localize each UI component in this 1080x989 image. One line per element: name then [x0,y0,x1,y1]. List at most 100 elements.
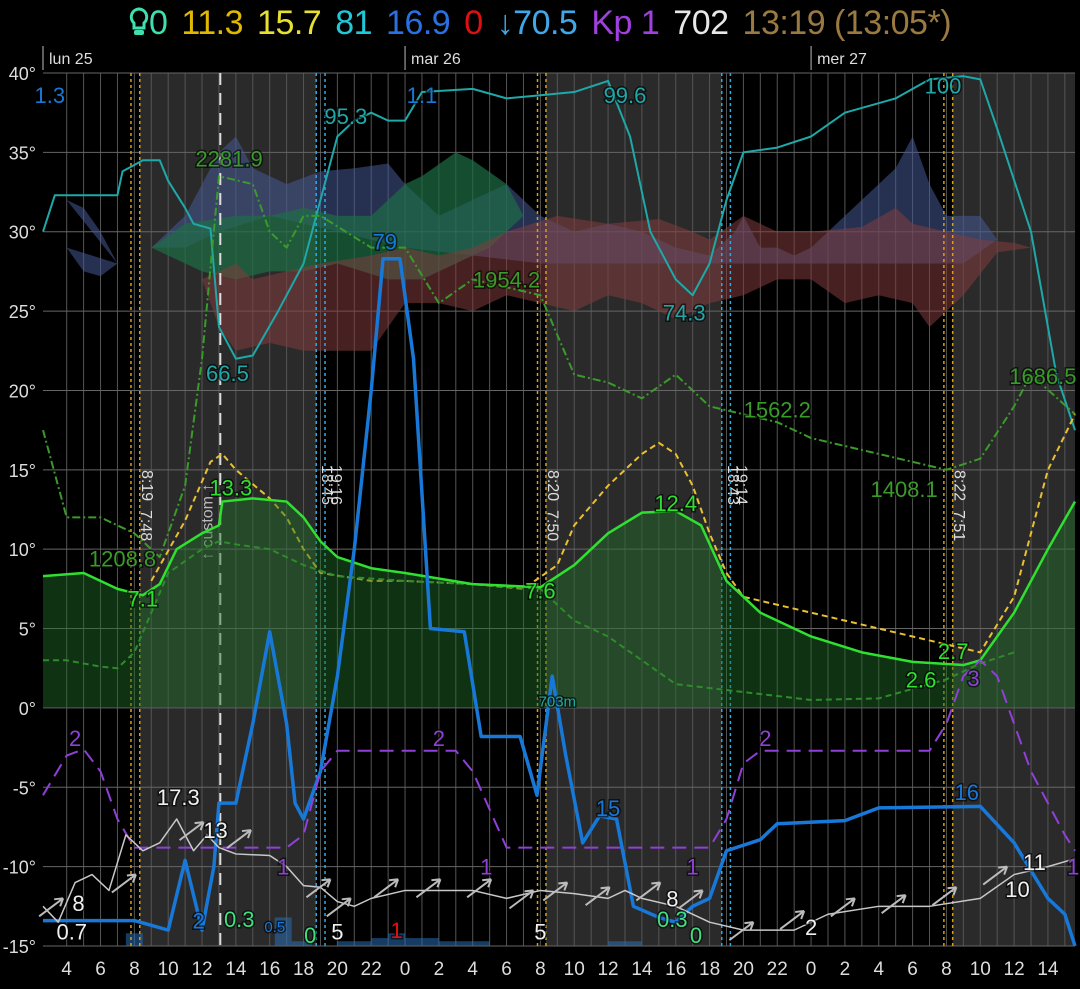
sun-time-label: 8:22 [951,470,968,501]
data-label: 79 [373,229,397,254]
x-tick-label: 0 [806,959,817,980]
data-label: 0 [690,923,702,948]
x-tick-label: 6 [501,959,512,980]
data-label: 10 [1005,877,1029,902]
x-tick-label: 14 [225,959,247,980]
data-label: 1562.2 [744,398,811,423]
x-tick-label: 8 [535,959,546,980]
data-label: 1686.5 [1009,364,1076,389]
y-tick-label: 40° [9,64,36,84]
data-label: 703m [539,693,577,710]
data-label: 16 [954,780,978,805]
x-tick-label: 2 [840,959,851,980]
data-label: 1 [480,855,492,880]
data-label: 99.6 [604,83,647,108]
weather-chart: 40°35°30°25°20°15°10°5°0°-5°-10°-15°4 6 8 1… [3,46,1080,980]
data-label: 17.3 [157,785,200,810]
x-tick-label: 16 [259,959,280,980]
data-label: 5 [534,920,546,945]
x-tick-label: 8 [941,959,952,980]
data-label: 100 [925,74,962,99]
data-label: 1954.2 [473,267,540,292]
data-label: 2.6 [906,667,937,692]
data-label: 2 [805,915,817,940]
data-label: 74.3 [663,301,706,326]
wind-direction-arrow [111,873,137,894]
data-label: 13.3 [209,475,252,500]
data-label: 12.4 [654,491,697,516]
navy-band [66,199,118,277]
wind-direction-arrow [830,897,856,918]
data-label: 3 [967,666,979,691]
x-tick-label: 22 [767,959,788,980]
wind-direction-arrow [728,921,755,941]
data-label: 66.5 [206,361,249,386]
x-tick-label: 18 [293,959,314,980]
data-label: 7.6 [525,578,556,603]
data-label: 2 [193,909,205,934]
x-tick-label: 16 [665,959,686,980]
data-label: 0.5 [264,919,285,936]
data-label: 1 [687,855,699,880]
x-tick-label: 18 [699,959,720,980]
wind-direction-arrow [508,889,535,910]
wind-direction-arrow [326,897,352,918]
data-label: 8 [72,891,84,916]
x-tick-label: 22 [361,959,382,980]
data-label: 2 [69,726,81,751]
wind-direction-arrow [38,897,65,918]
data-label: 0.7 [56,920,87,945]
day-label: lun 25 [49,51,93,68]
x-tick-label: 10 [564,959,585,980]
data-label: 1.1 [407,83,438,108]
x-tick-label: 4 [873,959,884,980]
data-label: 1 [390,918,402,943]
y-tick-label: 20° [9,381,36,401]
data-label: 1.3 [34,83,65,108]
x-tick-label: 6 [95,959,106,980]
sun-time-label: 19:16 [327,465,344,505]
day-label: mar 26 [411,51,461,68]
wind-direction-arrow [415,878,442,899]
data-label: 2 [759,726,771,751]
x-tick-label: 12 [1004,959,1025,980]
x-tick-label: 4 [61,959,72,980]
data-label: 2 [433,726,445,751]
precipitation-bar [405,938,439,946]
x-tick-label: 2 [434,959,445,980]
data-label: 1208.8 [89,547,156,572]
x-tick-label: 4 [467,959,478,980]
x-tick-label: 14 [631,959,653,980]
data-label: 11 [1023,850,1046,875]
day-label: mer 27 [817,51,867,68]
y-tick-label: 15° [9,461,36,481]
y-tick-label: 5° [19,620,36,640]
x-tick-label: 0 [400,959,411,980]
data-label: 13 [203,818,227,843]
x-tick-label: 14 [1037,959,1059,980]
y-tick-label: -15° [3,937,36,957]
sun-time-label: 8:20 [544,470,561,501]
data-label: 1 [1067,855,1079,880]
x-tick-label: 10 [970,959,991,980]
data-label: 95.3 [324,104,367,129]
wind-direction-arrow [881,894,907,914]
precipitation-bar [608,941,642,946]
data-label: 0 [304,923,316,948]
y-tick-label: 35° [9,143,36,163]
data-label: 1408.1 [870,477,937,502]
y-tick-label: 10° [9,540,36,560]
x-tick-label: 10 [158,959,179,980]
data-label: 2281.9 [195,147,262,172]
data-label: 2.7 [938,639,969,664]
y-tick-label: -5° [13,778,36,798]
x-tick-label: 20 [327,959,348,980]
sun-time-label: 8:19 [138,470,155,501]
y-tick-label: 25° [9,302,36,322]
data-label: 15 [596,796,620,821]
y-tick-label: 0° [19,699,36,719]
y-tick-label: -10° [3,858,36,878]
x-tick-label: 6 [907,959,918,980]
y-tick-label: 30° [9,223,36,243]
data-label: 0.3 [657,907,688,932]
